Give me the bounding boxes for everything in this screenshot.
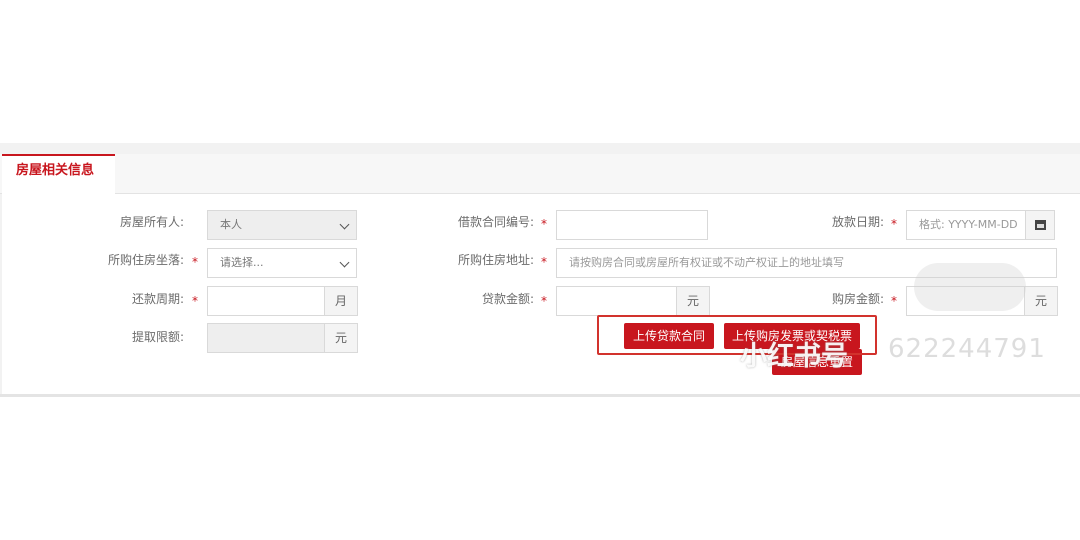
location-select[interactable]: 请选择... <box>207 248 357 278</box>
location-select-placeholder: 请选择... <box>220 256 264 269</box>
required-mark: * <box>541 294 547 308</box>
limit-unit: 元 <box>324 323 358 353</box>
tab-house-info[interactable]: 房屋相关信息 <box>2 154 115 195</box>
address-placeholder: 请按购房合同或房屋所有权证或不动产权证上的地址填写 <box>569 256 844 269</box>
loan-date-placeholder: 格式: YYYY-MM-DD <box>919 218 1018 231</box>
owner-label: 房屋所有人: <box>119 215 184 229</box>
limit-input <box>207 323 325 353</box>
owner-select-value: 本人 <box>220 218 242 231</box>
calendar-button[interactable] <box>1025 210 1055 240</box>
loan-amount-label: 贷款金额: <box>481 292 534 306</box>
required-mark: * <box>192 255 198 269</box>
required-mark: * <box>541 217 547 231</box>
required-mark: * <box>192 294 198 308</box>
chevron-down-icon <box>339 219 350 230</box>
purchase-amount-label: 购房金额: <box>831 292 884 306</box>
contract-no-input[interactable] <box>556 210 708 240</box>
limit-label: 提取限额: <box>131 330 184 344</box>
period-unit: 月 <box>324 286 358 316</box>
period-label: 还款周期: <box>131 292 184 306</box>
period-input[interactable] <box>207 286 325 316</box>
watermark-text: 小红书号 <box>740 341 848 372</box>
contract-no-label: 借款合同编号: <box>457 215 534 229</box>
tab-bar: 房屋相关信息 <box>0 154 1080 195</box>
owner-select[interactable]: 本人 <box>207 210 357 240</box>
purchase-amount-unit: 元 <box>1024 286 1058 316</box>
calendar-icon <box>1035 220 1046 230</box>
loan-date-input[interactable]: 格式: YYYY-MM-DD <box>906 210 1026 240</box>
loan-date-label: 放款日期: <box>831 215 884 229</box>
loan-amount-unit: 元 <box>676 286 710 316</box>
watermark-logo <box>914 263 1026 311</box>
location-label: 所购住房坐落: <box>107 253 184 267</box>
loan-amount-input[interactable] <box>556 286 678 316</box>
required-mark: * <box>541 255 547 269</box>
required-mark: * <box>891 294 897 308</box>
watermark-number: 622244791 <box>888 334 1046 364</box>
address-label: 所购住房地址: <box>457 253 534 267</box>
required-mark: * <box>891 217 897 231</box>
chevron-down-icon <box>339 257 350 268</box>
